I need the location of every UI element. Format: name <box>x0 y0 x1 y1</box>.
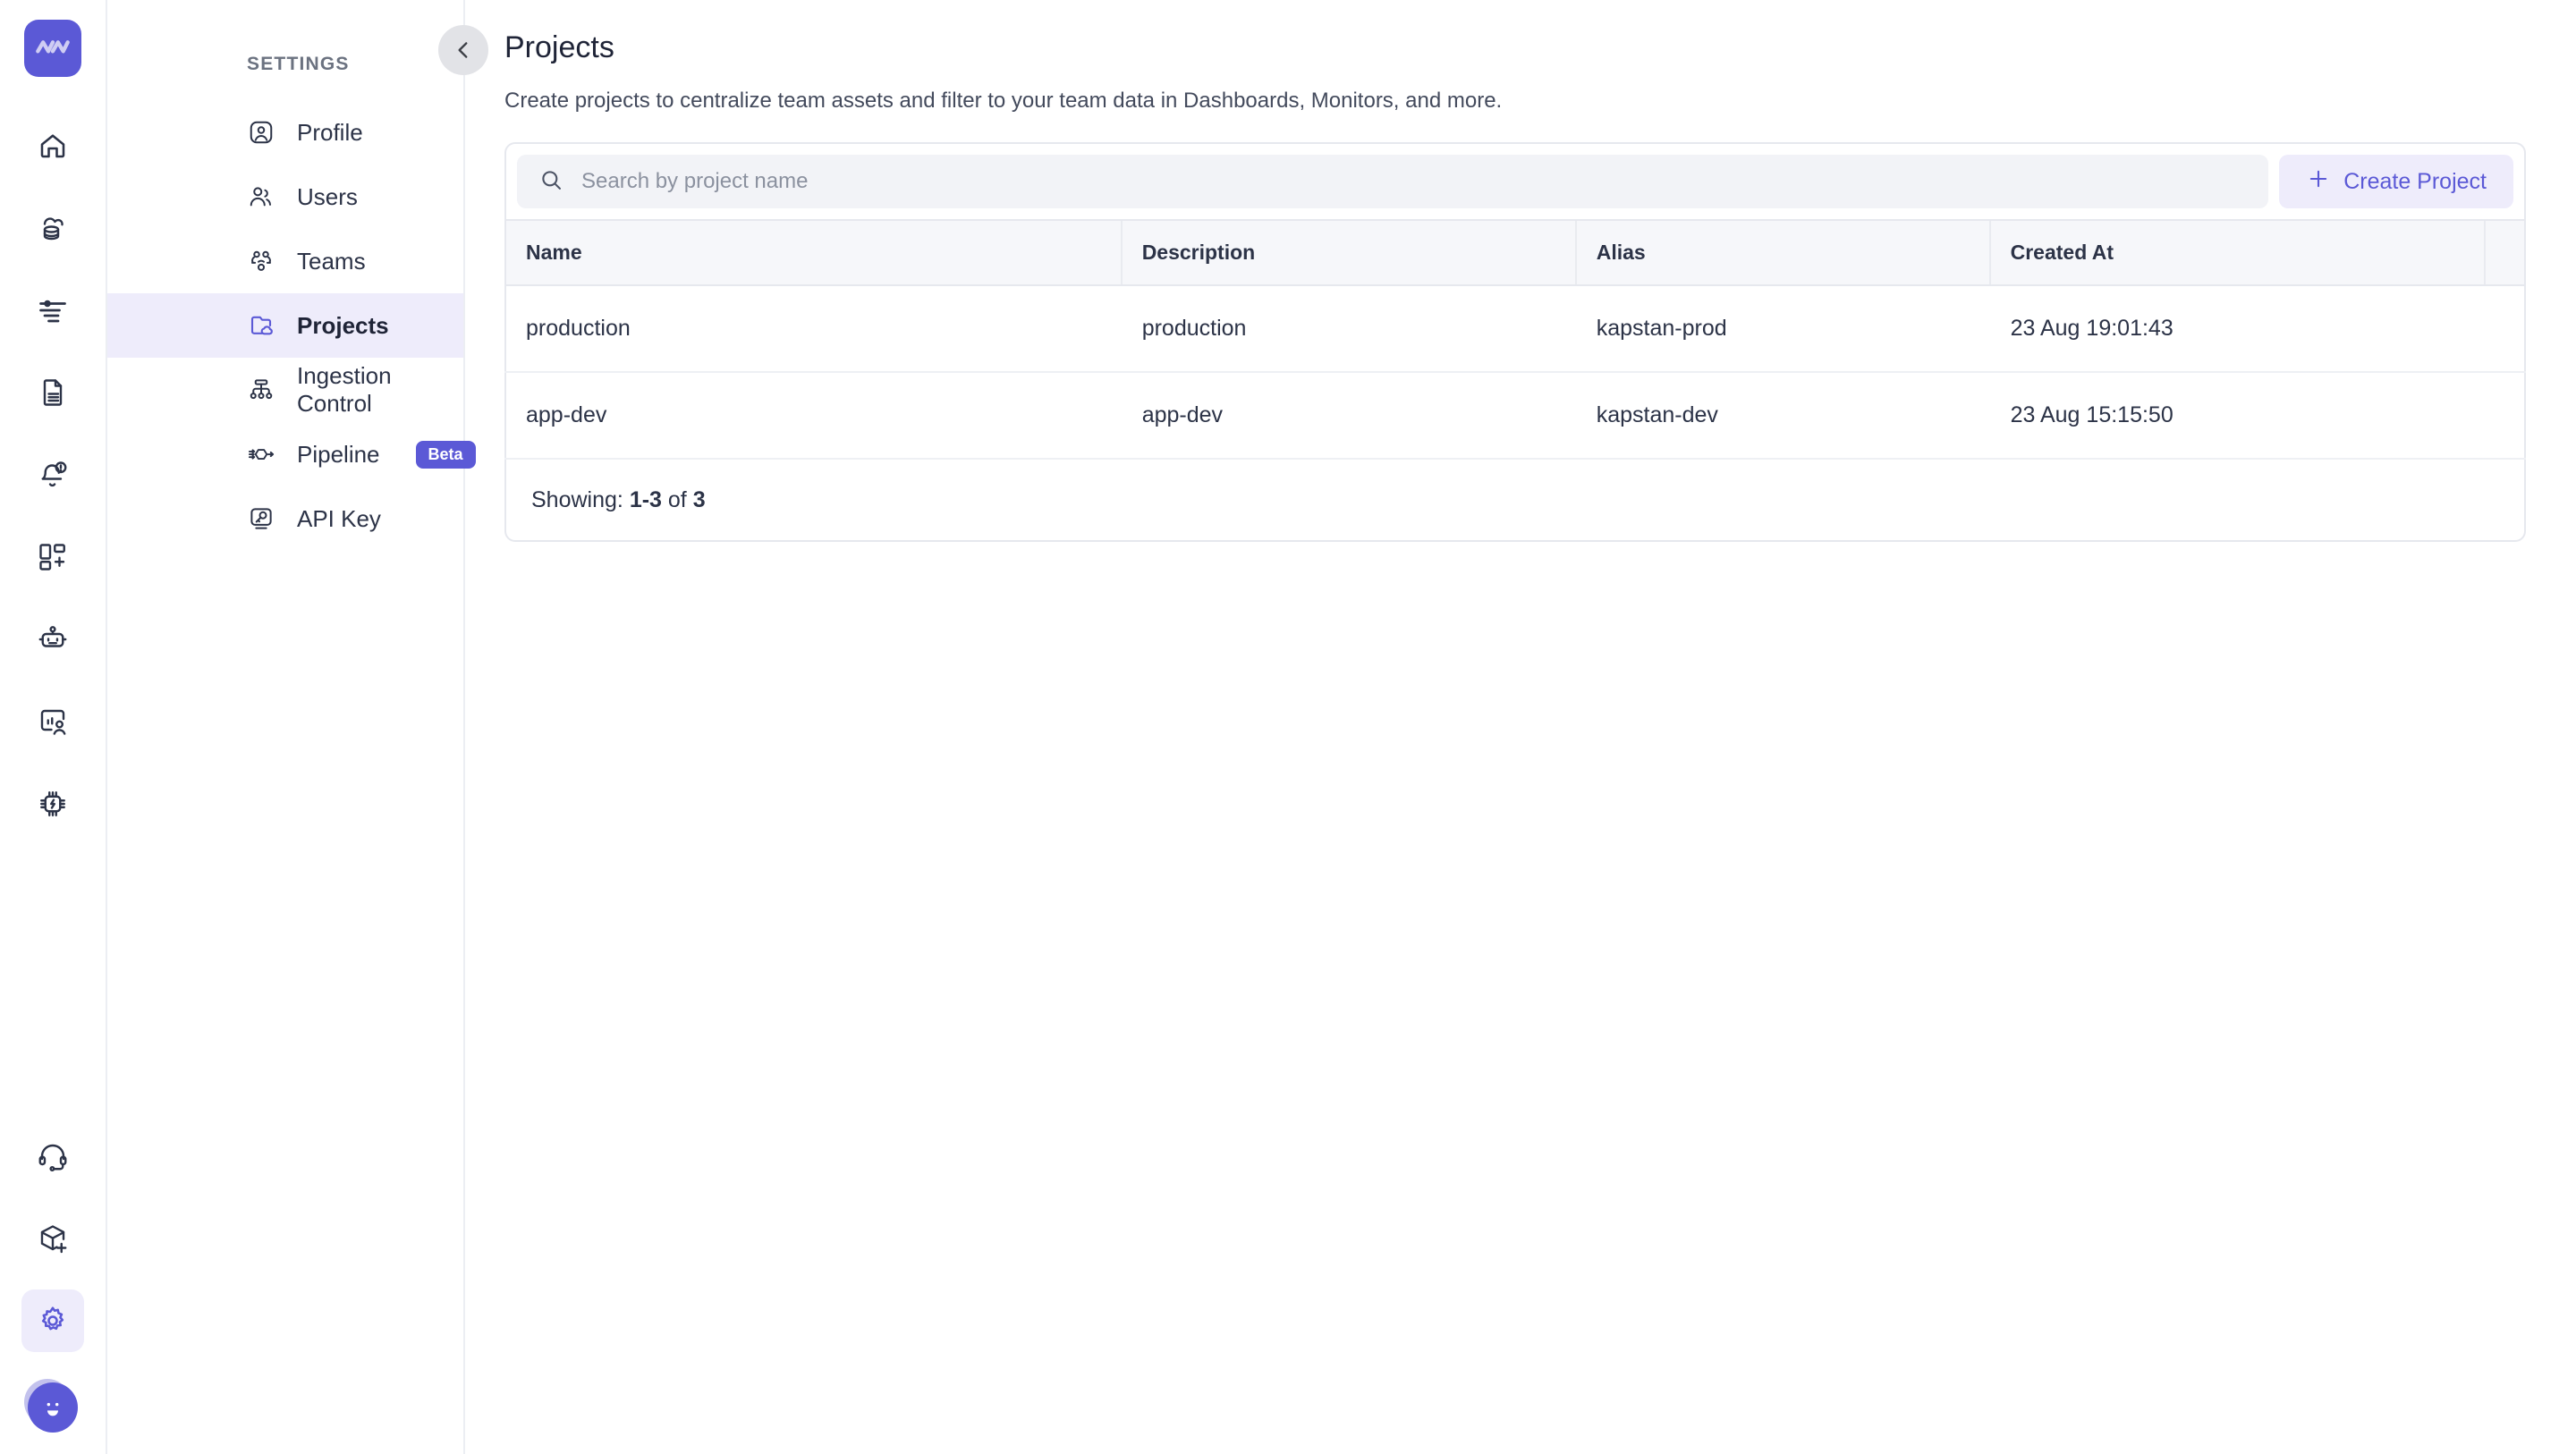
cell-description: production <box>1121 285 1576 373</box>
sidebar-item-ingestion-control[interactable]: Ingestion Control <box>107 358 463 422</box>
app-root: SETTINGS Profile Users Teams Projects In… <box>0 0 2576 1454</box>
cell-alias: kapstan-dev <box>1575 372 1990 460</box>
sidebar-item-pipeline[interactable]: Pipeline Beta <box>107 422 476 486</box>
teams-icon <box>247 247 275 275</box>
showing-total: 3 <box>692 486 706 512</box>
sidebar-item-label: API Key <box>297 504 381 532</box>
search-container[interactable] <box>517 155 2269 208</box>
column-header-description[interactable]: Description <box>1120 221 1576 286</box>
cell-name: app-dev <box>504 372 1122 460</box>
of-label: of <box>667 486 687 512</box>
pipeline-node-icon <box>247 440 275 469</box>
alert-bell-icon[interactable] <box>21 444 84 506</box>
users-icon <box>247 182 275 211</box>
sidebar-item-label: Profile <box>297 118 363 146</box>
table-row[interactable]: production production kapstan-prod 23 Au… <box>504 285 2527 373</box>
logs-filter-icon[interactable] <box>21 279 84 342</box>
profile-circle-icon <box>247 118 275 147</box>
sidebar-item-teams[interactable]: Teams <box>107 229 463 293</box>
home-icon[interactable] <box>21 114 84 177</box>
plus-icon <box>2306 166 2331 198</box>
settings-gear-icon[interactable] <box>21 1289 84 1352</box>
search-icon <box>538 167 564 197</box>
projects-table: Name Description Alias Created At produc… <box>504 221 2527 460</box>
sidebar-item-projects[interactable]: Projects <box>107 293 463 358</box>
settings-sidebar: SETTINGS Profile Users Teams Projects In… <box>107 0 488 1454</box>
cloud-database-icon[interactable] <box>21 197 84 259</box>
rail-bottom-group <box>0 1125 106 1433</box>
sidebar-item-label: Pipeline <box>297 440 380 468</box>
sidebar-item-users[interactable]: Users <box>107 165 463 229</box>
cell-actions[interactable] <box>2484 285 2527 373</box>
table-row[interactable]: app-dev app-dev kapstan-dev 23 Aug 15:15… <box>504 372 2527 460</box>
sidebar-collapse-button[interactable] <box>438 25 488 75</box>
main-content: Projects Create projects to centralize t… <box>465 0 2576 1454</box>
cell-description: app-dev <box>1121 372 1576 460</box>
sidebar-item-label: Users <box>297 182 358 210</box>
primary-icon-rail <box>0 0 107 1454</box>
column-header-alias[interactable]: Alias <box>1574 221 1990 286</box>
dashboard-add-icon[interactable] <box>21 526 84 588</box>
table-body: production production kapstan-prod 23 Au… <box>504 285 2527 460</box>
document-text-icon[interactable] <box>21 361 84 424</box>
column-header-actions <box>2483 221 2527 286</box>
page-subtitle: Create projects to centralize team asset… <box>504 89 1503 113</box>
chevron-left-icon <box>458 42 468 58</box>
ingestion-hierarchy-icon <box>247 376 275 404</box>
monitoring-logo[interactable] <box>24 20 81 77</box>
rail-icon-list <box>21 114 84 855</box>
column-header-name[interactable]: Name <box>504 221 1122 286</box>
showing-label: Showing: <box>531 486 623 512</box>
cell-created-at: 23 Aug 15:15:50 <box>1989 372 2485 460</box>
search-input[interactable] <box>581 169 2248 194</box>
support-headset-icon[interactable] <box>21 1125 84 1188</box>
user-avatar[interactable] <box>28 1382 78 1433</box>
projects-folder-cloud-icon <box>247 311 275 340</box>
showing-range: 1-3 <box>629 486 662 512</box>
sidebar-item-api-key[interactable]: API Key <box>107 486 463 551</box>
sidebar-item-label: Projects <box>297 311 389 339</box>
cell-name: production <box>504 285 1122 373</box>
page-title: Projects <box>504 30 614 64</box>
cpu-chip-icon[interactable] <box>21 773 84 835</box>
sidebar-item-label: Ingestion Control <box>297 362 392 417</box>
table-header-row: Name Description Alias Created At <box>504 221 2527 286</box>
column-header-created-at[interactable]: Created At <box>1988 221 2485 286</box>
rum-user-icon[interactable] <box>21 690 84 753</box>
sidebar-item-label: Teams <box>297 247 366 275</box>
sidebar-item-profile[interactable]: Profile <box>107 100 463 165</box>
projects-toolbar: Create Project <box>504 142 2526 221</box>
cell-actions[interactable] <box>2484 372 2527 460</box>
add-integration-icon[interactable] <box>21 1207 84 1270</box>
settings-heading: SETTINGS <box>247 54 350 74</box>
table-footer: Showing: 1-3 of 3 <box>504 460 2526 542</box>
cell-created-at: 23 Aug 19:01:43 <box>1989 285 2485 373</box>
api-key-icon <box>247 504 275 533</box>
cell-alias: kapstan-prod <box>1575 285 1990 373</box>
pipeline-beta-badge: Beta <box>415 440 476 469</box>
robot-icon[interactable] <box>21 608 84 671</box>
create-project-label: Create Project <box>2343 168 2487 194</box>
table-head: Name Description Alias Created At <box>504 221 2527 286</box>
create-project-button[interactable]: Create Project <box>2279 155 2513 208</box>
